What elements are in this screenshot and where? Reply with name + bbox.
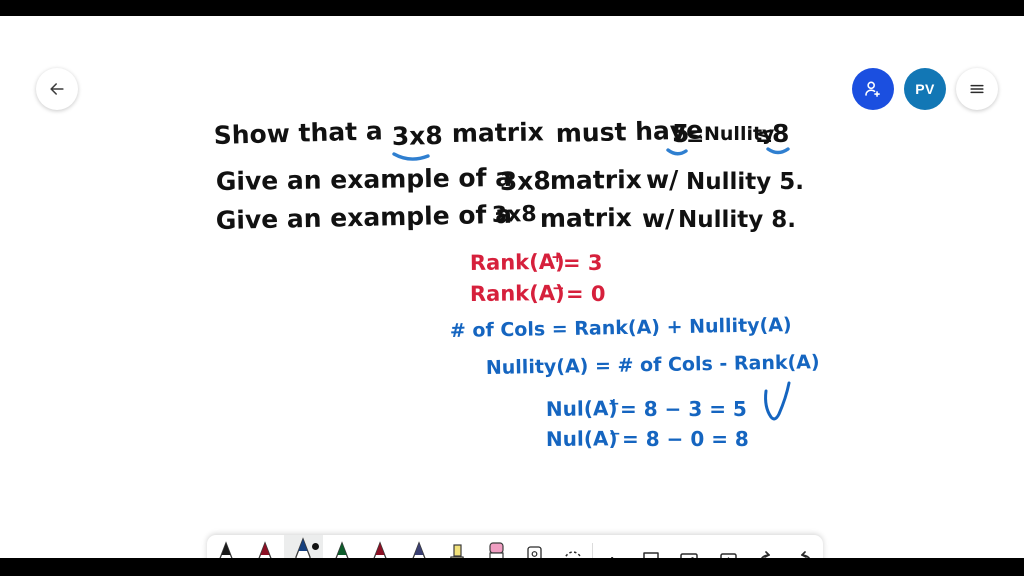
ink-underline-eight	[766, 147, 790, 155]
tool-ruler[interactable]	[515, 535, 554, 558]
tool-pen-blue[interactable]	[284, 535, 323, 558]
svg-text:Rank(A): Rank(A)	[470, 250, 565, 275]
header-actions: PV	[852, 68, 998, 110]
svg-text:= 8 − 3 = 5: = 8 − 3 = 5	[620, 397, 747, 421]
avatar-initials: PV	[915, 81, 935, 97]
svg-text:3x8: 3x8	[492, 202, 537, 228]
pen-red-icon	[258, 541, 272, 558]
tool-lasso-select[interactable]	[554, 535, 593, 558]
pen-settings-dot[interactable]	[311, 543, 319, 550]
ink-line-prompt-3: Give an example of a 3x8 matrix w/ Nulli…	[216, 200, 796, 235]
ink-underline-3x8	[392, 152, 430, 161]
svg-text:w/: w/	[642, 204, 675, 233]
tool-pen-green[interactable]	[323, 535, 362, 558]
tool-sticky-note[interactable]	[632, 535, 671, 558]
letterbox-bottom	[0, 558, 1024, 576]
undo-icon	[761, 551, 771, 558]
tool-highlighter[interactable]	[438, 535, 477, 558]
add-page-icon	[720, 553, 737, 558]
menu-button[interactable]	[956, 68, 998, 110]
note-canvas[interactable]: Show that a 3x8 matrix must have 5 ≤ Nul…	[0, 16, 1024, 558]
tool-pen-black[interactable]	[207, 535, 246, 558]
ink-red-lines: Rank(A) + = 3 Rank(A) − = 0	[470, 248, 606, 306]
ink-line-prompt-2: Give an example of a 3x8 matrix w/ Nulli…	[216, 163, 804, 196]
svg-text:+: +	[608, 396, 620, 412]
svg-text:−: −	[609, 426, 621, 442]
svg-text:Nullity(A) = # of Cols - Rank(: Nullity(A) = # of Cols - Rank(A)	[486, 351, 820, 379]
svg-text:Nullity: Nullity	[704, 123, 775, 145]
svg-text:≤: ≤	[686, 123, 704, 148]
tool-add-page[interactable]	[709, 535, 748, 558]
tool-pen-red[interactable]	[246, 535, 285, 558]
eraser-icon	[489, 542, 504, 558]
ink-blue-result-1: Nul(A) + = 8 − 3 = 5	[546, 396, 747, 421]
svg-text:Rank(A): Rank(A)	[470, 281, 565, 306]
svg-text:= 0: = 0	[566, 282, 606, 306]
svg-text:8: 8	[772, 119, 789, 148]
pen-purple-icon	[412, 541, 426, 558]
pen-green-icon	[335, 541, 349, 558]
svg-text:5: 5	[672, 119, 689, 148]
ruler-icon	[527, 546, 542, 558]
app-root: Show that a 3x8 matrix must have 5 ≤ Nul…	[0, 0, 1024, 576]
arrow-left-icon	[50, 83, 64, 95]
svg-text:w/: w/	[646, 165, 679, 194]
svg-text:Nul(A): Nul(A)	[546, 396, 618, 421]
hamburger-menu-icon	[970, 84, 984, 94]
svg-text:≤: ≤	[755, 123, 773, 148]
pen-multicolor-icon	[373, 541, 387, 558]
add-person-button[interactable]	[852, 68, 894, 110]
tool-eraser[interactable]	[477, 535, 516, 558]
svg-text:# of Cols = Rank(A) + Nullity(: # of Cols = Rank(A) + Nullity(A)	[450, 314, 792, 342]
add-person-icon	[865, 81, 880, 97]
svg-text:Nullity 5.: Nullity 5.	[686, 169, 804, 195]
ink-line-prompt-1: Show that a 3x8 matrix must have	[213, 115, 703, 151]
back-button[interactable]	[36, 68, 78, 110]
tool-text[interactable]: A	[593, 535, 632, 558]
svg-text:Give an example of a: Give an example of a	[216, 163, 513, 196]
sticky-note-icon	[643, 552, 659, 558]
image-icon	[680, 553, 698, 558]
svg-text:−: −	[552, 279, 565, 297]
svg-text:Nul(A): Nul(A)	[546, 426, 618, 451]
ink-checkmark	[764, 381, 791, 421]
svg-text:3x8: 3x8	[500, 166, 551, 196]
svg-text:3x8: 3x8	[392, 121, 444, 151]
tool-pen-purple[interactable]	[400, 535, 439, 558]
svg-text:matrix: matrix	[540, 203, 632, 233]
svg-text:+: +	[551, 248, 564, 266]
ink-inequality: 5 ≤ Nullity ≤ 8	[672, 119, 789, 148]
svg-text:= 3: = 3	[563, 251, 603, 275]
svg-text:Give an example of a: Give an example of a	[216, 200, 513, 235]
lasso-select-icon	[563, 551, 582, 558]
pen-black-icon	[219, 541, 233, 558]
ink-blue-lines: # of Cols = Rank(A) + Nullity(A) Nullity…	[450, 314, 820, 379]
svg-text:= 8 − 0 = 8: = 8 − 0 = 8	[622, 427, 749, 451]
tool-redo[interactable]	[786, 535, 824, 558]
svg-text:matrix: matrix	[550, 165, 642, 195]
svg-text:must have: must have	[555, 115, 703, 148]
svg-text:Nullity 8.: Nullity 8.	[678, 207, 796, 233]
svg-text:matrix: matrix	[452, 117, 544, 148]
tool-insert-image[interactable]	[670, 535, 709, 558]
tool-pen-multicolor[interactable]	[361, 535, 400, 558]
letterbox-top	[0, 0, 1024, 16]
drawing-toolbar[interactable]: A	[207, 535, 823, 558]
ink-blue-result-2: Nul(A) − = 8 − 0 = 8	[546, 426, 749, 451]
ink-underline-five	[666, 148, 688, 156]
tool-undo[interactable]	[747, 535, 786, 558]
redo-icon	[800, 551, 810, 558]
avatar[interactable]: PV	[904, 68, 946, 110]
highlighter-icon	[450, 544, 465, 558]
svg-text:Show that a: Show that a	[213, 116, 383, 150]
